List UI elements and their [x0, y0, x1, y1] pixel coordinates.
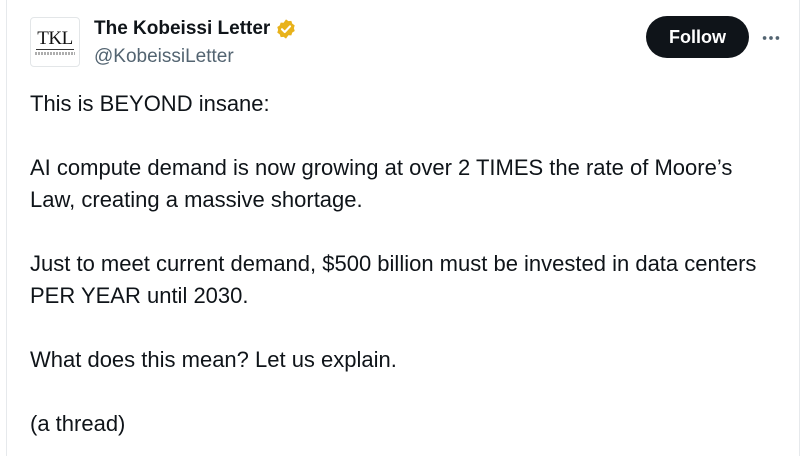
follow-button[interactable]: Follow [646, 16, 749, 58]
tweet-paragraph: AI compute demand is now growing at over… [30, 155, 733, 212]
more-horizontal-icon[interactable] [759, 26, 783, 50]
tweet-text: This is BEYOND insane: AI compute demand… [30, 88, 782, 472]
tweet-paragraph: What does this mean? Let us explain. [30, 347, 397, 372]
avatar-logo-text: TKL [36, 28, 74, 50]
author-handle[interactable]: @KobeissiLetter [94, 45, 234, 69]
author-display-name[interactable]: The Kobeissi Letter [94, 17, 270, 41]
avatar[interactable]: TKL [30, 17, 80, 67]
author-name-row: The Kobeissi Letter [94, 17, 297, 41]
tweet-card: TKL The Kobeissi Letter @KobeissiLetter … [6, 0, 800, 456]
tweet-paragraph: (a thread) [30, 411, 126, 436]
tweet-paragraph: This is BEYOND insane: [30, 91, 270, 116]
avatar-logo-subtitle [35, 52, 75, 55]
verified-badge-icon[interactable] [275, 18, 297, 40]
tweet-paragraph: Just to meet current demand, $500 billio… [30, 251, 757, 308]
